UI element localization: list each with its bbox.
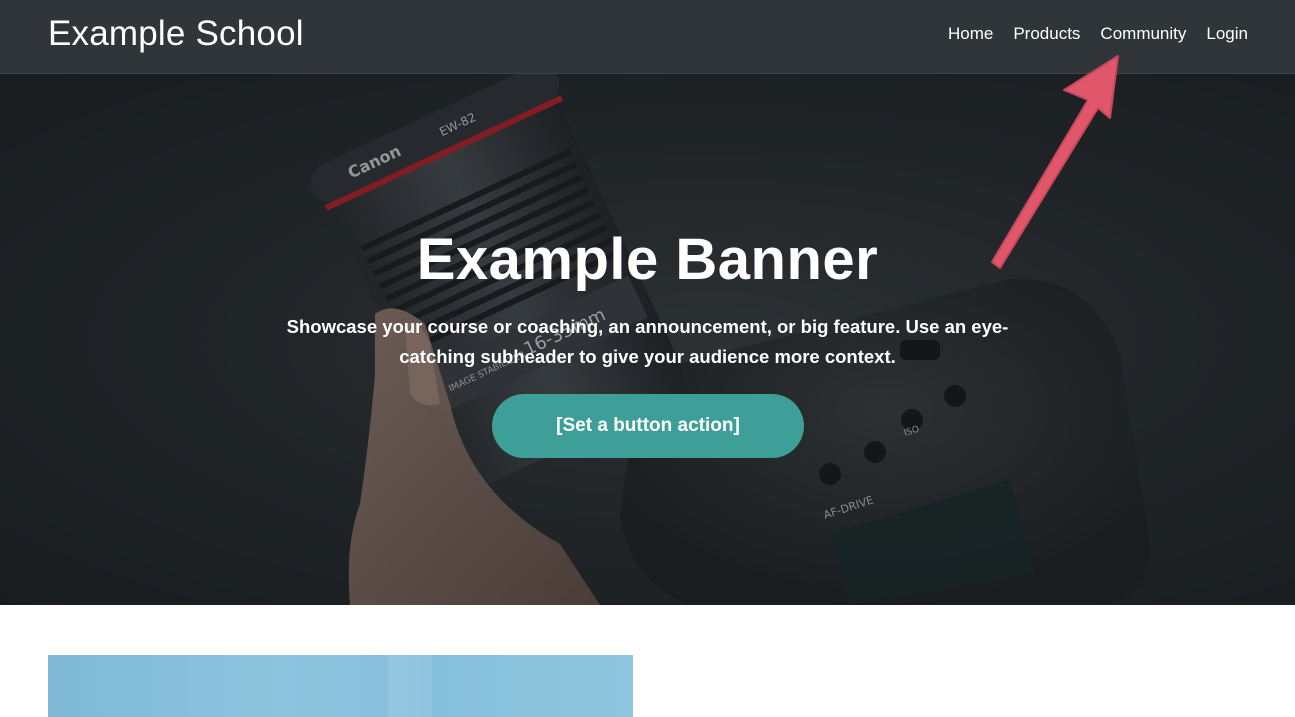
site-logo[interactable]: Example School	[48, 14, 304, 54]
hero-cta-button[interactable]: [Set a button action]	[492, 394, 804, 458]
nav-link-products[interactable]: Products	[1013, 24, 1080, 44]
nav-link-login[interactable]: Login	[1206, 24, 1248, 44]
content-image-highlight	[388, 655, 432, 717]
content-image	[48, 655, 633, 717]
main-nav: Home Products Community Login	[948, 24, 1248, 44]
hero-subtitle: Showcase your course or coaching, an ann…	[286, 316, 1009, 367]
nav-link-home[interactable]: Home	[948, 24, 993, 44]
arrow-pointer-icon	[991, 55, 1119, 269]
content-section	[0, 605, 1295, 717]
nav-link-community[interactable]: Community	[1100, 24, 1186, 44]
